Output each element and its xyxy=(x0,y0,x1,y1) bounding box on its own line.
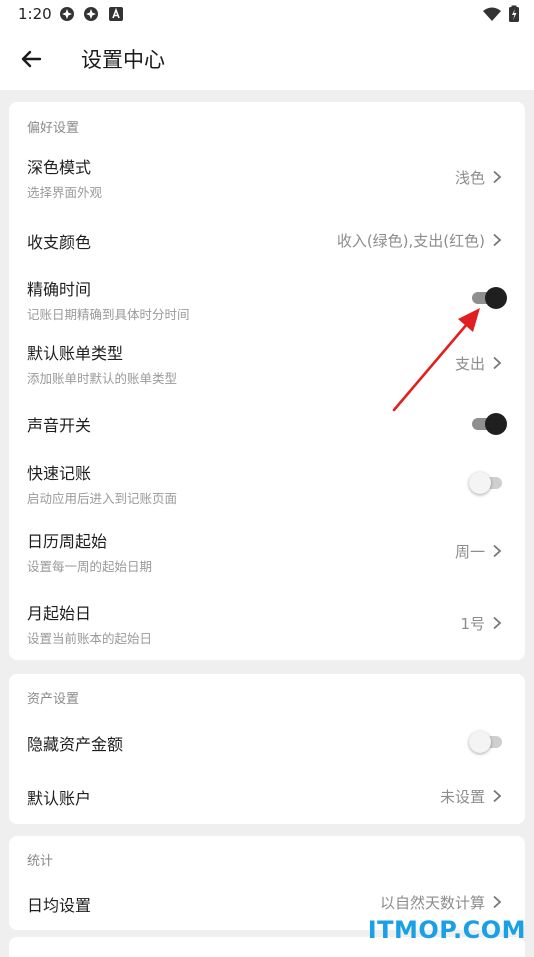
quick-record-description: 启动应用后进入到记账页面 xyxy=(27,491,178,506)
precise-time-description: 记账日期精确到具体时分时间 xyxy=(27,307,190,322)
status-bar: 1:20 xyxy=(0,0,534,28)
month-start-value: 1号 xyxy=(460,615,485,633)
sound-toggle[interactable] xyxy=(468,410,508,436)
chevron-right-icon xyxy=(493,895,502,909)
wifi-icon xyxy=(483,7,501,21)
month-start-label: 月起始日 xyxy=(27,604,92,623)
assets-card: 资产设置 隐藏资产金额 默认账户 未设置 xyxy=(9,674,525,824)
chevron-right-icon xyxy=(493,544,502,558)
quick-record-toggle[interactable] xyxy=(468,469,508,495)
month-start-row[interactable]: 月起始日 设置当前账本的起始日 1号 xyxy=(9,596,525,654)
precise-time-label: 精确时间 xyxy=(27,280,92,299)
precise-time-row: 精确时间 记账日期精确到具体时分时间 xyxy=(9,272,525,328)
sound-label: 声音开关 xyxy=(27,416,92,435)
income-color-row[interactable]: 收支颜色 收入(绿色),支出(红色) xyxy=(9,214,525,264)
sound-row: 声音开关 xyxy=(9,400,525,446)
default-account-label: 默认账户 xyxy=(27,789,92,808)
font-app-icon xyxy=(109,7,123,21)
default-account-row[interactable]: 默认账户 未设置 xyxy=(9,772,525,818)
week-start-value: 周一 xyxy=(454,543,485,561)
chevron-right-icon xyxy=(493,233,502,247)
income-color-label: 收支颜色 xyxy=(27,233,92,252)
watermark-text: ITMOP.COM xyxy=(367,916,526,944)
default-bill-type-label: 默认账单类型 xyxy=(27,344,124,363)
hide-amount-label: 隐藏资产金额 xyxy=(27,735,124,754)
precise-time-toggle[interactable] xyxy=(468,284,508,310)
chevron-right-icon xyxy=(493,789,502,803)
quick-record-row: 快速记账 启动应用后进入到记账页面 xyxy=(9,456,525,512)
income-color-value: 收入(绿色),支出(红色) xyxy=(336,232,485,250)
quick-record-label: 快速记账 xyxy=(27,464,92,483)
default-bill-type-description: 添加账单时默认的账单类型 xyxy=(27,371,178,386)
hide-amount-toggle[interactable] xyxy=(468,728,508,754)
app-bar: 设置中心 xyxy=(0,28,534,90)
month-start-description: 设置当前账本的起始日 xyxy=(27,631,153,646)
app-notification-icon-2 xyxy=(84,7,98,21)
section-title-preferences: 偏好设置 xyxy=(27,121,80,136)
week-start-description: 设置每一周的起始日期 xyxy=(27,559,153,574)
week-start-row[interactable]: 日历周起始 设置每一周的起始日期 周一 xyxy=(9,524,525,582)
chevron-right-icon xyxy=(493,616,502,630)
chevron-right-icon xyxy=(493,170,502,184)
daily-avg-value: 以自然天数计算 xyxy=(379,894,485,912)
hide-amount-row: 隐藏资产金额 xyxy=(9,718,525,764)
dark-mode-description: 选择界面外观 xyxy=(27,185,103,200)
dark-mode-row[interactable]: 深色模式 选择界面外观 浅色 xyxy=(9,144,525,206)
page-title: 设置中心 xyxy=(81,48,165,72)
daily-avg-label: 日均设置 xyxy=(27,896,92,915)
back-arrow-icon[interactable] xyxy=(16,44,46,74)
app-notification-icon xyxy=(60,7,74,21)
preferences-card: 偏好设置 深色模式 选择界面外观 浅色 收支颜色 收入(绿色),支出(红色) 精… xyxy=(9,102,525,660)
default-account-value: 未设置 xyxy=(439,788,485,806)
chevron-right-icon xyxy=(493,356,502,370)
default-bill-type-row[interactable]: 默认账单类型 添加账单时默认的账单类型 支出 xyxy=(9,336,525,392)
dark-mode-value: 浅色 xyxy=(454,169,485,187)
section-title-stats: 统计 xyxy=(27,854,54,869)
status-time: 1:20 xyxy=(18,5,52,23)
battery-icon xyxy=(509,5,519,22)
default-bill-type-value: 支出 xyxy=(454,355,485,373)
dark-mode-label: 深色模式 xyxy=(27,158,92,177)
section-title-assets: 资产设置 xyxy=(27,692,80,707)
week-start-label: 日历周起始 xyxy=(27,532,108,551)
